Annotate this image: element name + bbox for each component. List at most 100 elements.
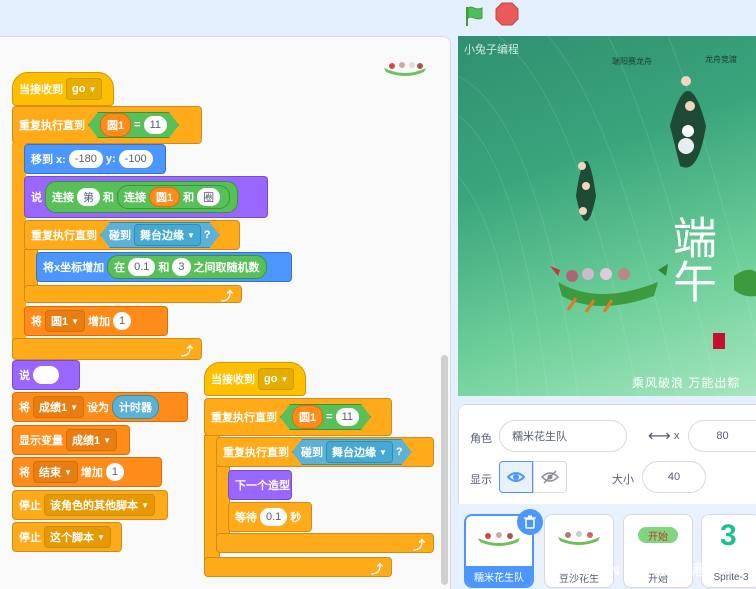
message-dropdown[interactable]: go ▼ <box>66 78 103 100</box>
touching-predicate[interactable]: 碰到 舞台边缘 ▼ ? <box>100 222 220 248</box>
eye-icon <box>507 472 525 482</box>
touch-target-dropdown[interactable]: 舞台边缘 ▼ <box>134 224 201 246</box>
equals-sign: = <box>134 119 141 131</box>
loop-arrow-icon: ⤴ <box>220 289 233 303</box>
chevron-down-icon: ▼ <box>187 230 195 240</box>
stage-poem-right: 龙舟竞渡 <box>705 55 737 64</box>
number-three-icon: 3 <box>720 519 737 552</box>
say-block[interactable]: 说 连接 第 和 连接 圆1 和 圈 <box>24 176 268 218</box>
repeat2-end-2: ⤴ <box>216 533 434 553</box>
next-costume-block[interactable]: 下一个造型 <box>228 470 292 500</box>
dragon-boat-icon <box>478 532 520 546</box>
repeat-end-2: ⤴ <box>204 557 392 577</box>
var-reporter[interactable]: 圆1 <box>100 113 131 137</box>
chevron-down-icon: ▼ <box>280 374 289 384</box>
repeat-label: 重复执行直到 <box>19 120 85 132</box>
chevron-down-icon: ▼ <box>97 532 105 542</box>
repeat-end: ⤴ <box>12 338 202 360</box>
seal-icon <box>713 333 725 349</box>
equals-operator[interactable]: 圆1 = 11 <box>280 404 371 430</box>
random-reporter[interactable]: 在 0.1 和 3 之间取随机数 <box>107 255 267 279</box>
chevron-down-icon: ▼ <box>103 435 112 445</box>
show-var-dropdown[interactable]: 成绩1 ▼ <box>66 429 118 451</box>
join-var[interactable]: 圆1 <box>149 187 181 207</box>
change-x-block[interactable]: 将x坐标增加 在 0.1 和 3 之间取随机数 <box>36 252 292 282</box>
stage-watermark: 小兔子编程 <box>464 44 519 56</box>
x-label: x <box>674 430 680 442</box>
change-value[interactable]: 1 <box>113 312 132 330</box>
sprite-card-label: 糯米花生队 <box>466 566 532 586</box>
set-var-block[interactable]: 将 成绩1 ▼ 设为 计时器 <box>12 392 188 422</box>
repeat-until-block-2[interactable]: 重复执行直到 圆1 = 11 <box>204 398 392 436</box>
stop-option-dropdown[interactable]: 该角色的其他脚本 ▼ <box>44 494 155 516</box>
say-input[interactable] <box>33 366 59 384</box>
when-receive-hat[interactable]: 当接收到 go ▼ <box>12 72 114 106</box>
stop-others-block[interactable]: 停止 该角色的其他脚本 ▼ <box>12 490 168 520</box>
equals-operator[interactable]: 圆1 = 11 <box>88 112 179 138</box>
touch-target-dropdown[interactable]: 舞台边缘 ▼ <box>326 441 393 463</box>
stage-slogan: 乘风破浪 万能出粽 <box>632 376 741 390</box>
delete-sprite-icon[interactable] <box>517 509 543 535</box>
size-input[interactable]: 40 <box>642 461 706 493</box>
change-end-block[interactable]: 将 结束 ▼ 增加 1 <box>12 457 162 487</box>
join-text-a[interactable]: 第 <box>77 188 100 206</box>
message-dropdown[interactable]: go ▼ <box>258 368 295 390</box>
say-empty-block[interactable]: 说 <box>12 360 80 390</box>
random-max[interactable]: 3 <box>172 258 191 276</box>
loop-arrow-icon: ⤴ <box>180 344 193 358</box>
stage-poem-left: 端阳赛龙舟 <box>612 57 652 66</box>
show-visible-toggle[interactable] <box>499 461 533 493</box>
start-button-thumbnail: 开始 <box>638 527 678 543</box>
repeat-until-block[interactable]: 重复执行直到 圆1 = 11 <box>12 106 202 144</box>
x-input[interactable]: 80 <box>688 420 756 452</box>
repeat-until-touch-block[interactable]: 重复执行直到 碰到 舞台边缘 ▼ ? <box>24 220 240 250</box>
sprite-label: 角色 <box>470 433 492 445</box>
chevron-down-icon: ▼ <box>71 316 80 326</box>
touching-predicate[interactable]: 碰到 舞台边缘 ▼ ? <box>292 439 412 465</box>
loop-arrow-icon: ⤴ <box>370 562 383 576</box>
join-reporter-inner[interactable]: 连接 圆1 和 圈 <box>117 185 231 209</box>
equals-value[interactable]: 11 <box>336 408 359 426</box>
stop-option-dropdown[interactable]: 这个脚本 ▼ <box>44 526 111 548</box>
toolbar <box>0 0 756 34</box>
timer-reporter[interactable]: 计时器 <box>112 395 160 419</box>
join-reporter[interactable]: 连接 第 和 连接 圆1 和 圈 <box>45 181 239 213</box>
sprite-card-label: Sprite-3 <box>713 571 749 583</box>
change-var-block[interactable]: 将 圆1 ▼ 增加 1 <box>24 306 168 336</box>
chevron-down-icon: ▼ <box>70 402 79 412</box>
loop-arrow-icon: ⤴ <box>412 538 425 552</box>
sprite-name-input[interactable]: 糯米花生队 <box>499 420 627 452</box>
x-input[interactable]: -180 <box>68 150 103 168</box>
var-dropdown[interactable]: 圆1 ▼ <box>45 310 86 332</box>
change-end-value[interactable]: 1 <box>105 463 125 481</box>
chevron-down-icon: ▼ <box>88 84 97 94</box>
chevron-down-icon: ▼ <box>141 500 149 510</box>
show-label: 显示 <box>470 474 492 486</box>
when-receive-hat-2[interactable]: 当接收到 go ▼ <box>204 362 306 396</box>
y-input[interactable]: -100 <box>118 150 153 168</box>
green-flag-icon[interactable] <box>462 4 486 28</box>
equals-value[interactable]: 11 <box>144 116 167 134</box>
repeat-until-touch-block-2[interactable]: 重复执行直到 碰到 舞台边缘 ▼ ? <box>216 437 434 467</box>
sprite-card-4[interactable]: 3 Sprite-3 <box>701 514 756 588</box>
dragon-boat-icon <box>558 531 600 545</box>
stage-title: 端午 <box>665 215 716 303</box>
chevron-down-icon: ▼ <box>379 447 387 457</box>
var-reporter[interactable]: 圆1 <box>292 405 323 429</box>
size-label: 大小 <box>612 474 634 486</box>
code-scrollbar[interactable] <box>441 355 448 585</box>
hat-label: 当接收到 <box>19 84 63 96</box>
wait-block[interactable]: 等待 0.1 秒 <box>228 502 312 532</box>
goto-xy-block[interactable]: 移到 x: -180 y: -100 <box>24 144 166 174</box>
set-var-dropdown[interactable]: 成绩1 ▼ <box>33 396 85 418</box>
eye-off-icon <box>541 470 559 484</box>
random-min[interactable]: 0.1 <box>128 258 156 276</box>
wait-input[interactable]: 0.1 <box>260 508 288 526</box>
stop-this-block[interactable]: 停止 这个脚本 ▼ <box>12 522 122 552</box>
join-text-b[interactable]: 圈 <box>197 188 221 206</box>
stop-icon[interactable] <box>495 2 519 26</box>
show-var-block[interactable]: 显示变量 成绩1 ▼ <box>12 425 130 455</box>
dragon-boat-thumbnail-icon <box>384 62 426 76</box>
show-hidden-toggle[interactable] <box>533 461 567 493</box>
change-var-dropdown[interactable]: 结束 ▼ <box>33 461 78 483</box>
